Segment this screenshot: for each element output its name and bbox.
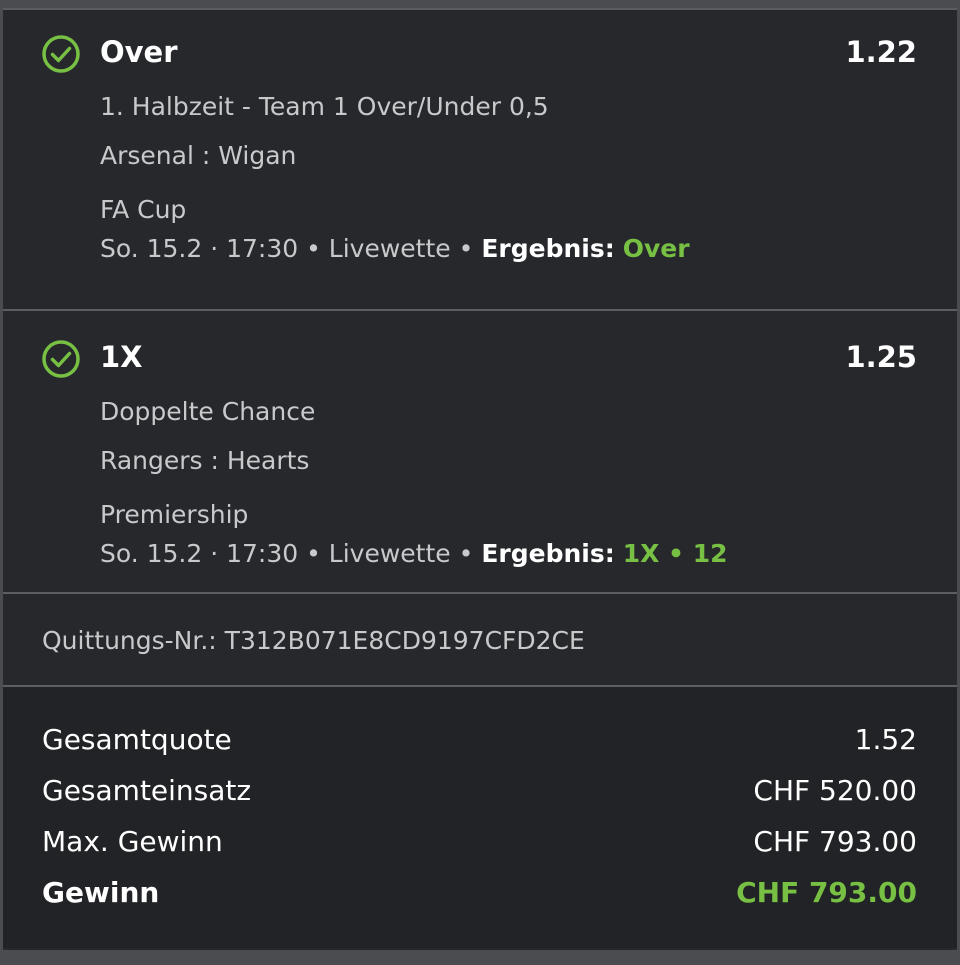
bet-selection-1[interactable]: Over 1.22 1. Halbzeit - Team 1 Over/Unde… [3, 10, 957, 311]
win-row: Gewinn CHF 793.00 [42, 875, 917, 911]
bet-slip: Over 1.22 1. Halbzeit - Team 1 Over/Unde… [3, 8, 957, 950]
bet-odds: 1.25 [845, 340, 917, 374]
bet-match: Rangers : Hearts [100, 446, 310, 475]
bet-match: Arsenal : Wigan [100, 141, 297, 170]
result-value: Over [622, 234, 690, 263]
total-stake-row: Gesamteinsatz CHF 520.00 [42, 773, 917, 809]
check-circle-icon [42, 340, 80, 378]
bet-market: Doppelte Chance [100, 397, 316, 426]
bet-info-line: So. 15.2 · 17:30 • Livewette • Ergebnis:… [100, 539, 728, 569]
check-circle-icon [42, 35, 80, 73]
bet-info-line: So. 15.2 · 17:30 • Livewette • Ergebnis:… [100, 234, 690, 264]
bet-summary: Gesamtquote 1.52 Gesamteinsatz CHF 520.0… [3, 687, 957, 948]
result-label: Ergebnis: [481, 539, 615, 568]
bet-pick: 1X [100, 340, 143, 374]
max-win-row: Max. Gewinn CHF 793.00 [42, 824, 917, 860]
total-odds-row: Gesamtquote 1.52 [42, 722, 917, 758]
total-odds-label: Gesamtquote [42, 723, 232, 756]
bet-odds: 1.22 [845, 35, 917, 69]
result-label: Ergebnis: [481, 234, 615, 263]
bet-pick: Over [100, 35, 178, 69]
bet-competition: Premiership [100, 500, 249, 529]
bet-datetime: So. 15.2 · 17:30 • Livewette • [100, 539, 474, 568]
max-win-value: CHF 793.00 [753, 825, 917, 858]
receipt-number: Quittungs-Nr.: T312B071E8CD9197CFD2CE [42, 626, 585, 655]
max-win-label: Max. Gewinn [42, 825, 223, 858]
total-stake-label: Gesamteinsatz [42, 774, 252, 807]
total-stake-value: CHF 520.00 [753, 774, 917, 807]
bet-competition: FA Cup [100, 195, 187, 224]
win-label: Gewinn [42, 876, 160, 909]
total-odds-value: 1.52 [854, 723, 917, 756]
receipt-section: Quittungs-Nr.: T312B071E8CD9197CFD2CE [3, 594, 957, 687]
bet-market: 1. Halbzeit - Team 1 Over/Under 0,5 [100, 92, 549, 121]
result-value: 1X • 12 [622, 539, 728, 568]
win-value: CHF 793.00 [736, 876, 917, 909]
bet-datetime: So. 15.2 · 17:30 • Livewette • [100, 234, 474, 263]
bet-selection-2[interactable]: 1X 1.25 Doppelte Chance Rangers : Hearts… [3, 311, 957, 594]
